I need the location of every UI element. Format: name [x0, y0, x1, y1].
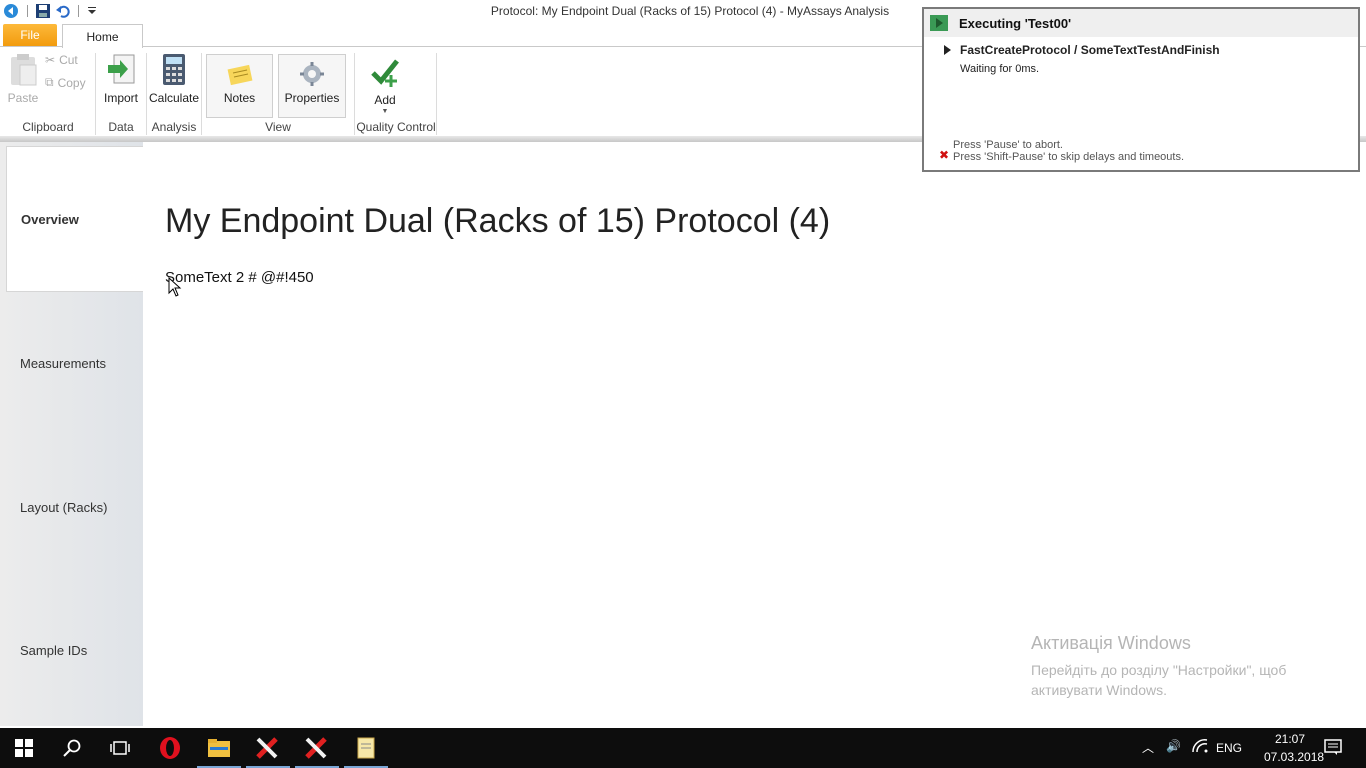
- properties-button[interactable]: Properties: [278, 54, 346, 118]
- search-button[interactable]: [48, 728, 96, 768]
- notes-icon: [227, 64, 252, 86]
- play-arrow-icon: [944, 45, 951, 55]
- search-icon: [63, 739, 81, 757]
- nav-item-measurements[interactable]: Measurements: [6, 292, 143, 434]
- taskbar-opera[interactable]: [146, 728, 194, 768]
- task-view-button[interactable]: [96, 728, 144, 768]
- left-nav: Overview Measurements Layout (Racks) Sam…: [0, 142, 143, 726]
- calculate-button[interactable]: Calculate: [148, 53, 200, 105]
- taskbar-file-explorer[interactable]: [195, 728, 243, 768]
- scissors-icon: ✂: [45, 53, 56, 67]
- window-title: Protocol: My Endpoint Dual (Racks of 15)…: [490, 4, 890, 18]
- opera-icon: [160, 737, 180, 759]
- language-indicator[interactable]: ENG: [1216, 741, 1242, 755]
- executing-status: Waiting for 0ms.: [960, 63, 1040, 75]
- activation-watermark: Активація Windows Перейдіть до розділу "…: [1031, 633, 1287, 698]
- start-button[interactable]: [0, 728, 48, 768]
- executing-step: FastCreateProtocol / SomeTextTestAndFini…: [944, 43, 1220, 57]
- paste-icon: [11, 54, 37, 86]
- network-icon[interactable]: [1192, 739, 1208, 756]
- shift-pause-hint: Press 'Shift-Pause' to skip delays and t…: [953, 151, 1185, 163]
- undo-icon[interactable]: [54, 2, 72, 20]
- save-icon[interactable]: [34, 2, 52, 20]
- document-icon: [357, 737, 375, 759]
- protocol-description: SomeText 2 # @#!450: [165, 269, 314, 286]
- tab-file[interactable]: File: [3, 24, 57, 46]
- task-view-icon: [110, 741, 130, 755]
- protocol-title: My Endpoint Dual (Racks of 15) Protocol …: [165, 202, 831, 240]
- import-button[interactable]: Import: [101, 53, 141, 105]
- dropdown-arrow-icon: ▼: [381, 108, 389, 115]
- paste-button[interactable]: Paste: [6, 53, 40, 105]
- taskbar: ︿ 🔊 ENG 21:07 07.03.2018: [0, 728, 1366, 768]
- add-qc-button[interactable]: Add ▼: [366, 57, 404, 115]
- group-label-quality-control: Quality Control: [356, 120, 436, 134]
- folder-icon: [208, 739, 230, 757]
- copy-icon: ⧉: [45, 75, 54, 89]
- show-hidden-icons-chevron-icon[interactable]: ︿: [1142, 739, 1154, 756]
- nav-item-layout-racks[interactable]: Layout (Racks): [6, 436, 143, 578]
- calculator-icon: [163, 54, 185, 85]
- mouse-cursor-icon: [168, 277, 182, 297]
- windows-logo-icon: [15, 739, 33, 757]
- taskbar-app-3[interactable]: [342, 728, 390, 768]
- action-center-icon[interactable]: [1324, 738, 1342, 759]
- pause-hint: Press 'Pause' to abort.: [953, 139, 1063, 151]
- group-label-data: Data: [108, 120, 134, 134]
- notes-button[interactable]: Notes: [206, 54, 273, 118]
- taskbar-app-1[interactable]: [244, 728, 292, 768]
- customize-icon[interactable]: [83, 2, 101, 20]
- tab-home[interactable]: Home: [62, 24, 143, 48]
- clock[interactable]: 21:07 07.03.2018: [1264, 732, 1324, 764]
- nav-item-sample-ids[interactable]: Sample IDs: [6, 579, 143, 721]
- cut-button[interactable]: ✂ Cut: [45, 53, 78, 67]
- executing-header: Executing 'Test00': [924, 9, 1358, 37]
- tools-icon: [256, 737, 278, 759]
- group-label-analysis: Analysis: [151, 120, 197, 134]
- tools-icon: [305, 737, 327, 759]
- add-check-icon: [371, 59, 399, 87]
- volume-icon[interactable]: 🔊: [1166, 739, 1181, 753]
- properties-icon: [300, 62, 324, 86]
- run-icon: [930, 15, 948, 31]
- back-icon[interactable]: [2, 2, 20, 20]
- nav-item-overview[interactable]: Overview: [6, 146, 143, 292]
- copy-button[interactable]: ⧉ Copy: [45, 75, 86, 90]
- taskbar-app-2[interactable]: [293, 728, 341, 768]
- abort-icon: ✖: [939, 148, 950, 162]
- group-label-view: View: [265, 120, 291, 134]
- executing-popup: Executing 'Test00' FastCreateProtocol / …: [922, 7, 1360, 172]
- import-icon: [108, 54, 135, 84]
- group-label-clipboard: Clipboard: [22, 120, 74, 134]
